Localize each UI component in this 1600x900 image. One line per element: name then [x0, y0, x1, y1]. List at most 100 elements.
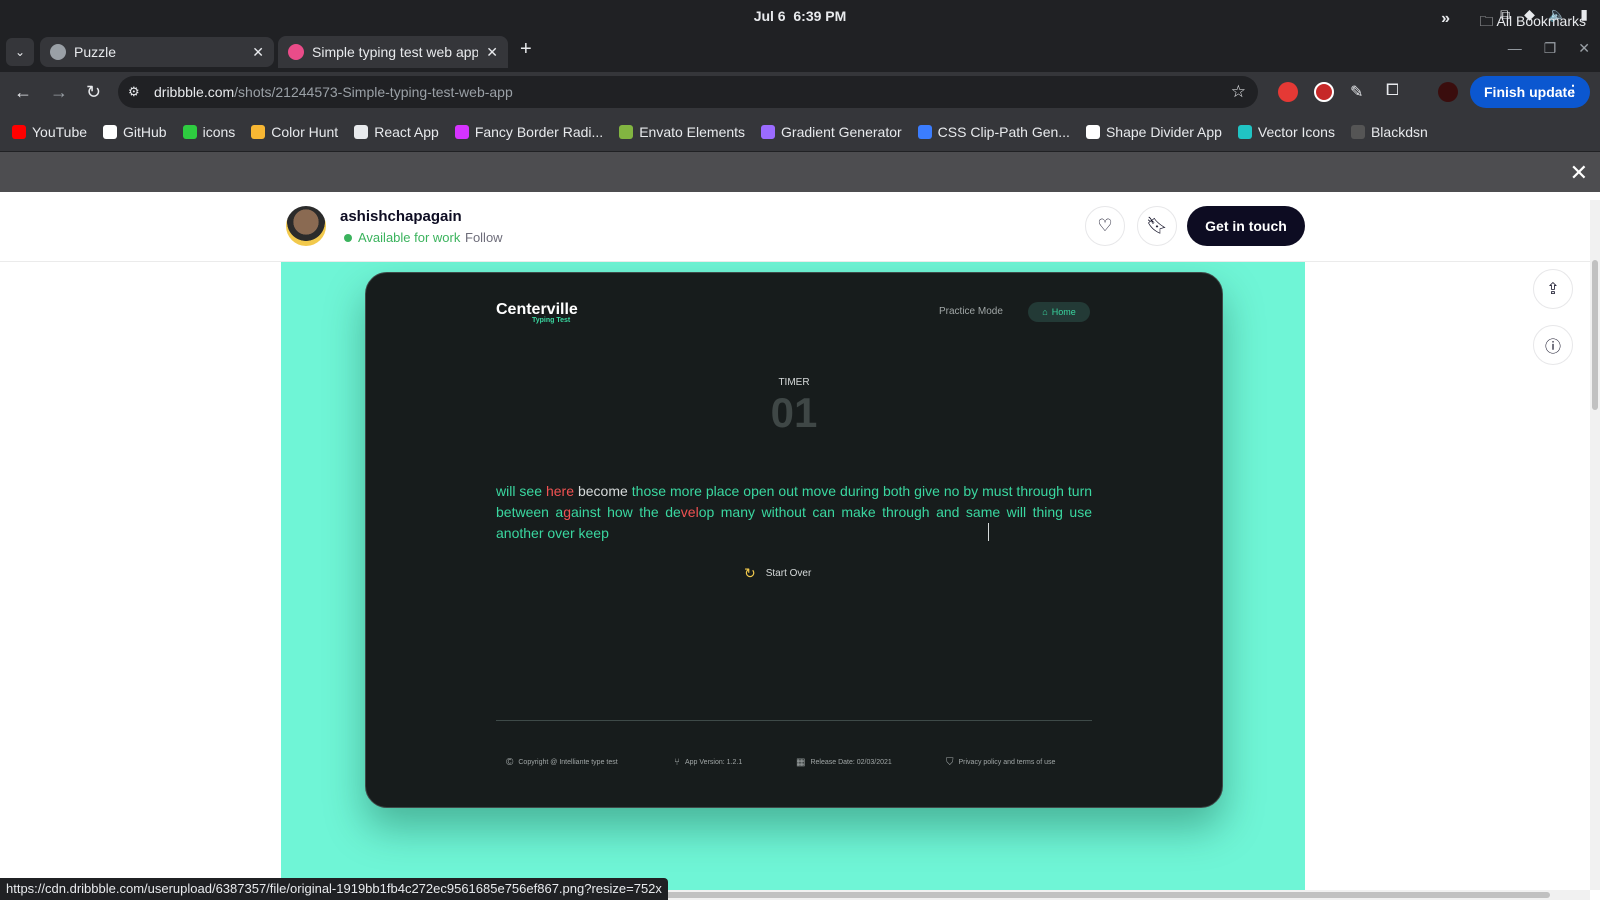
extension-icon[interactable] [1314, 82, 1334, 102]
window-controls: — ❐ ✕ [1508, 40, 1590, 57]
more-bookmarks-icon[interactable]: » [1441, 10, 1450, 28]
start-over-button: ↻ Start Over [744, 565, 811, 582]
minimize-icon[interactable]: — [1508, 40, 1522, 57]
close-tab-icon[interactable]: ✕ [486, 44, 498, 61]
tab-typing-test[interactable]: Simple typing test web app ✕ [278, 36, 508, 68]
bookmark-label: Shape Divider App [1105, 123, 1222, 140]
privacy-text: Privacy policy and terms of use [958, 759, 1056, 766]
footer-divider [496, 720, 1092, 721]
version-text: App Version: 1.2.1 [685, 759, 743, 766]
system-clock: Jul 6 6:39 PM [0, 8, 1600, 24]
bookmark-item[interactable]: YouTube [12, 124, 87, 140]
bookmark-label: GitHub [123, 123, 167, 140]
bookmark-favicon-icon [12, 124, 26, 139]
globe-icon [50, 44, 66, 60]
close-tab-icon[interactable]: ✕ [252, 44, 264, 61]
bookmark-item[interactable]: Blackdsn [1350, 123, 1428, 140]
restore-icon[interactable]: ❐ [1544, 40, 1557, 57]
new-tab-button[interactable]: + [520, 38, 532, 61]
footer-version: ⑂ App Version: 1.2.1 [674, 757, 742, 768]
bookmark-item[interactable]: Envato Elements [619, 124, 745, 140]
share-button[interactable]: ⇪ [1533, 269, 1573, 309]
status-dot [344, 233, 352, 242]
bookmark-label: icons [202, 123, 236, 140]
shot-header: ashishchapagain Available for work Follo… [0, 192, 1600, 262]
bookmark-item[interactable]: Shape Divider App [1085, 123, 1222, 140]
bookmark-favicon-icon [619, 124, 634, 139]
save-button[interactable]: 🔖︎ [1137, 206, 1177, 246]
system-time: 6:39 PM [793, 8, 847, 24]
more-vert-icon: ⋮ [1566, 82, 1580, 98]
bookmark-label: Color Hunt [271, 123, 339, 140]
bookmark-item[interactable]: Fancy Border Radi... [454, 123, 604, 140]
tab-search-button[interactable]: ⌄ [6, 38, 34, 66]
color-picker-icon[interactable]: ✎ [1350, 82, 1363, 102]
nav-practice-mode: Practice Mode [939, 306, 1003, 317]
start-over-label: Start Over [765, 568, 812, 579]
bookmark-label: Envato Elements [639, 123, 746, 140]
vertical-scrollbar[interactable] [1590, 200, 1600, 890]
app-logo-subtitle: Typing Test [532, 317, 571, 324]
forward-icon[interactable]: → [50, 82, 68, 103]
availability-label: Available for work [358, 230, 461, 245]
bookmark-label: YouTube [32, 123, 88, 140]
release-text: Release Date: 02/03/2021 [810, 759, 892, 766]
calendar-icon: ▦ [796, 757, 806, 768]
bookmark-favicon-icon [182, 124, 197, 139]
dribbble-icon [288, 44, 304, 60]
author-name[interactable]: ashishchapagain [340, 208, 462, 225]
tab-puzzle[interactable]: Puzzle ✕ [40, 37, 274, 67]
footer-copyright: © Copyright @ Intelliante type test [506, 757, 618, 768]
bookmark-item[interactable]: React App [354, 124, 439, 140]
bookmark-favicon-icon [917, 124, 932, 139]
reload-icon[interactable]: ↻ [86, 82, 101, 103]
all-bookmarks-button[interactable]: 🗀 All Bookmarks [1479, 11, 1586, 35]
bookmark-item[interactable]: Gradient Generator [761, 124, 902, 140]
bookmark-label: Blackdsn [1370, 123, 1428, 140]
timer-label: TIMER [778, 377, 810, 388]
bookmark-item[interactable]: CSS Clip-Path Gen... [917, 124, 1070, 140]
avatar[interactable] [286, 206, 326, 246]
bookmark-item[interactable]: Vector Icons [1237, 123, 1335, 140]
address-bar[interactable]: ⚙ dribbble.com/shots/21244573-Simple-typ… [118, 76, 1258, 108]
bookmark-favicon-icon [1237, 124, 1252, 139]
footer-release: ▦ Release Date: 02/03/2021 [796, 757, 892, 768]
bookmark-favicon-icon [103, 124, 118, 139]
nav-home-label: Home [1051, 307, 1076, 317]
extensions-puzzle-icon[interactable]: ⧠ [1386, 82, 1399, 100]
browser-toolbar: ← → ↻ ⚙ dribbble.com/shots/21244573-Simp… [0, 72, 1600, 112]
app-mockup: Centerville Typing Test Practice Mode ⌂ … [365, 272, 1223, 808]
bookmark-label: React App [374, 123, 439, 140]
site-info-icon[interactable]: ⚙ [128, 84, 140, 100]
bookmark-favicon-icon [454, 124, 469, 139]
close-window-icon[interactable]: ✕ [1578, 40, 1590, 57]
heart-icon: ♡ [1097, 216, 1113, 235]
bookmark-favicon-icon [1085, 124, 1100, 139]
bookmark-label: Vector Icons [1257, 123, 1335, 140]
finish-update-button[interactable]: Finish update ⋮ [1470, 76, 1590, 108]
close-icon[interactable]: ✕ [1570, 160, 1588, 186]
extension-icon[interactable] [1278, 82, 1298, 102]
back-icon[interactable]: ← [14, 82, 32, 103]
bookmark-star-icon[interactable]: ☆ [1231, 82, 1246, 102]
text-cursor [988, 523, 989, 541]
info-button[interactable]: ⓘ [1533, 325, 1573, 365]
bookmark-label: Fancy Border Radi... [474, 123, 604, 140]
shot-image[interactable]: Centerville Typing Test Practice Mode ⌂ … [281, 262, 1305, 900]
bookmark-item[interactable]: Color Hunt [251, 124, 338, 140]
tab-label: Simple typing test web app [312, 44, 479, 60]
copyright-text: Copyright @ Intelliante type test [518, 759, 618, 766]
os-top-bar: Jul 6 6:39 PM ⧉ ◆ 🔈 ▮ [0, 0, 1600, 32]
scrollbar-thumb[interactable] [1592, 260, 1598, 410]
availability-status[interactable]: Available for work [344, 230, 460, 245]
profile-avatar[interactable] [1438, 82, 1458, 102]
get-in-touch-button[interactable]: Get in touch [1187, 206, 1305, 246]
bookmark-icon: 🔖︎ [1146, 216, 1168, 235]
tab-strip: ⌄ Puzzle ✕ Simple typing test web app ✕ … [0, 32, 1600, 72]
copyright-icon: © [506, 757, 514, 768]
bookmark-item[interactable]: GitHub [103, 124, 167, 140]
follow-button[interactable]: Follow [465, 230, 503, 245]
bookmark-item[interactable]: icons [182, 123, 236, 140]
like-button[interactable]: ♡ [1085, 206, 1125, 246]
shield-icon: ⛉ [946, 757, 954, 768]
